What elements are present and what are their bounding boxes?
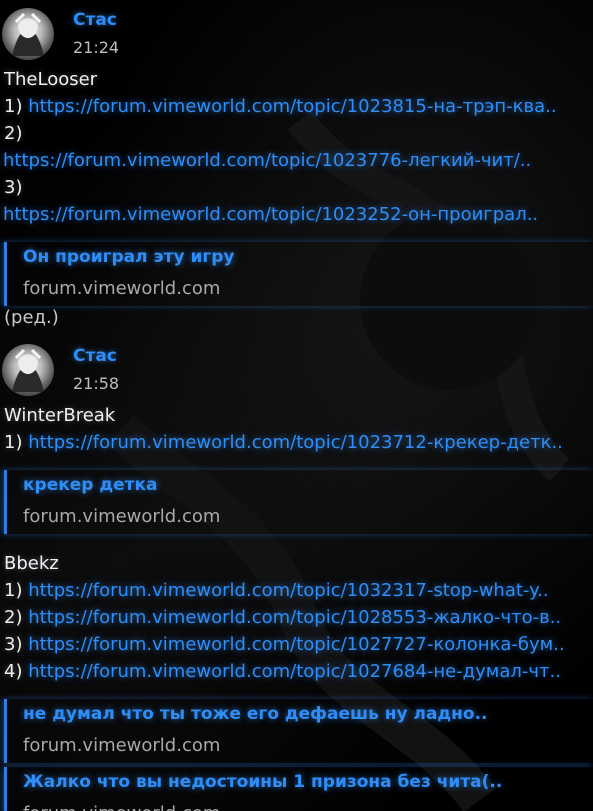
link-preview[interactable]: Жалко что вы недостоины 1 призона без чи… <box>4 767 593 811</box>
forum-link[interactable]: https://forum.vimeworld.com/topic/102772… <box>28 634 564 655</box>
list-item: 2) https://forum.vimeworld.com/topic/102… <box>0 604 593 631</box>
forum-link[interactable]: https://forum.vimeworld.com/topic/102855… <box>28 607 561 628</box>
list-number: 3) <box>4 634 23 655</box>
link-preview[interactable]: крекер детка forum.vimeworld.com <box>4 470 593 534</box>
list-item-continued: https://forum.vimeworld.com/topic/102377… <box>0 147 593 174</box>
list-number: 2) <box>4 123 23 144</box>
list-number: 4) <box>4 661 23 682</box>
link-preview[interactable]: Он проиграл эту игру forum.vimeworld.com <box>4 242 593 306</box>
link-preview-title[interactable]: Жалко что вы недостоины 1 призона без чи… <box>23 767 593 797</box>
link-preview-title[interactable]: Он проиграл эту игру <box>23 242 593 272</box>
player-nickname: WinterBreak <box>4 405 116 426</box>
author-name[interactable]: Стас <box>73 10 117 30</box>
link-preview-site: forum.vimeworld.com <box>23 278 221 299</box>
edited-label: (ред.) <box>4 307 59 328</box>
list-item: 3) https://forum.vimeworld.com/topic/102… <box>0 631 593 658</box>
list-number: 1) <box>4 432 23 453</box>
list-item: 4) https://forum.vimeworld.com/topic/102… <box>0 658 593 685</box>
list-item: 1) https://forum.vimeworld.com/topic/103… <box>0 577 593 604</box>
forum-link[interactable]: https://forum.vimeworld.com/topic/102381… <box>28 96 556 117</box>
list-number: 2) <box>4 607 23 628</box>
link-preview-site: forum.vimeworld.com <box>23 735 221 756</box>
list-item: 1) https://forum.vimeworld.com/topic/102… <box>0 429 593 456</box>
player-nickname: Bbekz <box>4 553 59 574</box>
message-time: 21:58 <box>73 374 120 393</box>
forum-link[interactable]: https://forum.vimeworld.com/topic/103231… <box>28 580 548 601</box>
list-number: 1) <box>4 580 23 601</box>
list-item-continued: https://forum.vimeworld.com/topic/102325… <box>0 201 593 228</box>
list-number: 3) <box>4 177 23 198</box>
forum-link[interactable]: https://forum.vimeworld.com/topic/102768… <box>28 661 561 682</box>
message-header: Стас 21:58 <box>0 336 593 400</box>
avatar[interactable] <box>2 8 54 60</box>
message: Стас 21:24 TheLooser 1) https://forum.vi… <box>0 0 593 330</box>
forum-link[interactable]: https://forum.vimeworld.com/topic/102377… <box>3 150 531 171</box>
link-preview-title[interactable]: крекер детка <box>23 470 593 500</box>
list-item: 3) <box>0 174 593 201</box>
forum-link[interactable]: https://forum.vimeworld.com/topic/102325… <box>3 204 538 225</box>
player-nickname: TheLooser <box>4 69 98 90</box>
list-item: 2) <box>0 120 593 147</box>
author-name[interactable]: Стас <box>73 346 117 366</box>
link-preview-site: forum.vimeworld.com <box>23 797 593 811</box>
message: Стас 21:58 WinterBreak 1) https://forum.… <box>0 336 593 811</box>
list-number: 1) <box>4 96 23 117</box>
avatar[interactable] <box>2 344 54 396</box>
list-item: 1) https://forum.vimeworld.com/topic/102… <box>0 93 593 120</box>
link-preview-site: forum.vimeworld.com <box>23 506 221 527</box>
message-time: 21:24 <box>73 38 120 57</box>
link-preview-title[interactable]: не думал что ты тоже его дефаешь ну ладн… <box>23 699 593 729</box>
message-header: Стас 21:24 <box>0 0 593 64</box>
link-preview[interactable]: не думал что ты тоже его дефаешь ну ладн… <box>4 699 593 763</box>
forum-link[interactable]: https://forum.vimeworld.com/topic/102371… <box>28 432 563 453</box>
